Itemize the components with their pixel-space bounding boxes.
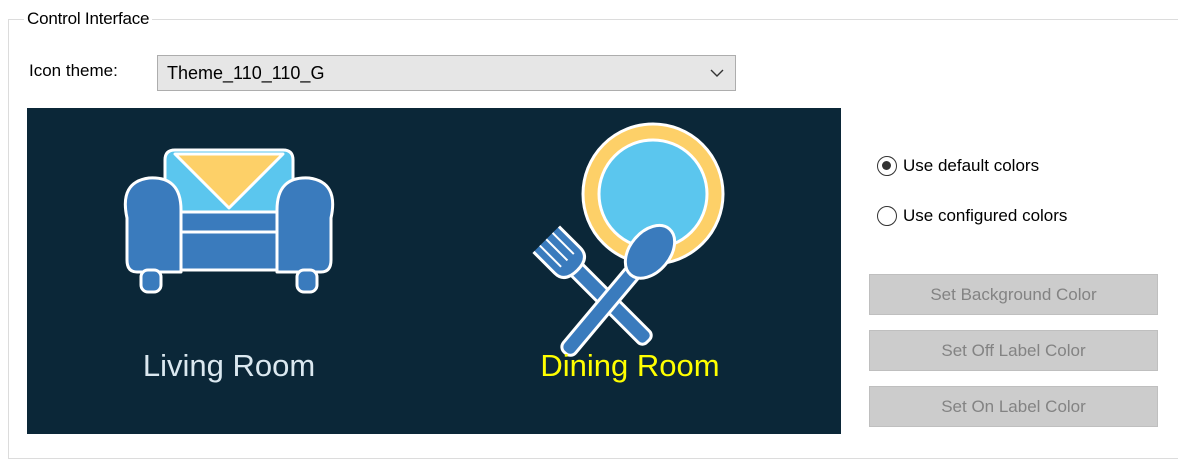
icon-theme-label: Icon theme: [29, 61, 118, 80]
radio-checked-icon[interactable] [877, 156, 897, 176]
armchair-icon [123, 148, 335, 294]
set-background-color-button[interactable]: Set Background Color [869, 274, 1158, 315]
icon-preview-panel: Living Room Dining Room [27, 108, 841, 434]
tile-label-dining-room: Dining Room [540, 348, 720, 383]
radio-unchecked-icon[interactable] [877, 206, 897, 226]
radio-label-configured-colors: Use configured colors [903, 206, 1068, 225]
icon-theme-selected-value: Theme_110_110_G [167, 63, 325, 83]
set-on-label-color-button[interactable]: Set On Label Color [869, 386, 1158, 427]
chevron-down-icon [710, 69, 724, 77]
groupbox-title: Control Interface [24, 9, 153, 29]
icon-theme-dropdown[interactable]: Theme_110_110_G [157, 55, 736, 91]
tile-label-living-room: Living Room [142, 348, 316, 383]
radio-use-configured-colors[interactable]: Use configured colors [877, 203, 1067, 229]
radio-use-default-colors[interactable]: Use default colors [877, 153, 1039, 179]
set-off-label-color-button[interactable]: Set Off Label Color [869, 330, 1158, 371]
radio-label-default-colors: Use default colors [903, 156, 1040, 175]
plate-fork-spoon-icon [532, 122, 725, 357]
